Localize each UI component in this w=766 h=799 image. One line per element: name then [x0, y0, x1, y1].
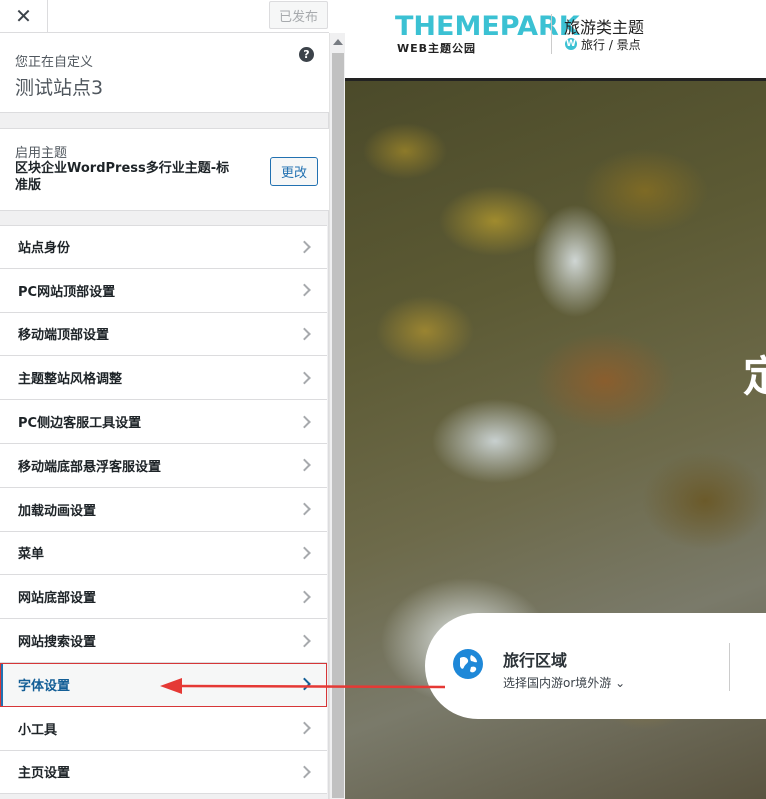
site-logo-subtitle: WEB主题公园	[397, 42, 477, 55]
section-search[interactable]: 网站搜索设置	[0, 619, 327, 663]
customizing-label: 您正在自定义	[15, 55, 94, 70]
customizer-panel: ✕ 已发布 您正在自定义 测试站点3 ? 启用主题 区块企业WordPress多…	[0, 0, 329, 799]
site-tagline-title: 旅游类主题	[564, 18, 645, 37]
section-homepage-settings[interactable]: 主页设置	[0, 750, 327, 795]
section-widgets[interactable]: 小工具	[0, 706, 327, 751]
section-label: 主页设置	[18, 766, 71, 782]
card-divider	[729, 643, 730, 691]
section-label: 网站底部设置	[18, 591, 97, 607]
chevron-right-icon	[298, 677, 311, 691]
chevron-right-icon	[298, 283, 311, 297]
section-label: 小工具	[18, 722, 58, 738]
section-site-identity[interactable]: 站点身份	[0, 225, 327, 269]
active-theme-section: 启用主题 区块企业WordPress多行业主题-标准版 更改	[0, 128, 329, 211]
header-divider	[551, 14, 552, 54]
hero-heading: 定	[743, 352, 766, 401]
customizer-scroll-area: 您正在自定义 测试站点3 ? 启用主题 区块企业WordPress多行业主题-标…	[0, 33, 329, 799]
chevron-right-icon	[298, 765, 311, 779]
section-menus[interactable]: 菜单	[0, 531, 327, 576]
chevron-right-icon	[298, 590, 311, 604]
scrollbar-thumb[interactable]	[332, 53, 344, 798]
wordpress-icon: W	[565, 38, 577, 50]
chevron-right-icon	[298, 415, 311, 428]
chevron-right-icon	[298, 327, 311, 341]
chevron-right-icon	[298, 546, 311, 560]
section-label: PC侧边客服工具设置	[18, 416, 142, 432]
section-loading-animation[interactable]: 加载动画设置	[0, 487, 327, 532]
section-mobile-footer-service[interactable]: 移动端底部悬浮客服设置	[0, 443, 327, 488]
publish-button[interactable]: 已发布	[269, 1, 328, 29]
section-pc-sidebar-service[interactable]: PC侧边客服工具设置	[0, 400, 327, 444]
chevron-right-icon	[298, 634, 311, 647]
scroll-up-arrow-icon[interactable]	[333, 39, 343, 45]
travel-search-card[interactable]: 旅行区域 选择国内游or境外游 ⌄	[425, 613, 766, 719]
section-label: 站点身份	[18, 241, 71, 257]
section-site-style[interactable]: 主题整站风格调整	[0, 356, 327, 401]
chevron-right-icon	[298, 721, 311, 735]
customizer-header: ✕ 已发布	[0, 0, 329, 33]
chevron-right-icon	[298, 459, 311, 472]
active-theme-label: 启用主题	[15, 146, 68, 161]
close-customizer-button[interactable]: ✕	[0, 0, 48, 32]
panel-scrollbar[interactable]	[329, 33, 345, 799]
section-pc-header[interactable]: PC网站顶部设置	[0, 268, 327, 313]
close-icon: ✕	[15, 4, 32, 28]
section-label: 加载动画设置	[18, 503, 97, 519]
section-label: 移动端顶部设置	[18, 328, 110, 344]
preview-site-header: THEMEPARK WEB主题公园 旅游类主题 W 旅行 / 景点	[345, 0, 766, 81]
travel-region-title: 旅行区域	[503, 651, 568, 670]
section-label: 网站搜索设置	[18, 635, 97, 651]
section-label: 移动端底部悬浮客服设置	[18, 459, 162, 475]
section-label: 字体设置	[18, 678, 71, 694]
customizer-section-list: 站点身份 PC网站顶部设置 移动端顶部设置 主题整站风格调整 PC侧边客服工具设…	[0, 225, 327, 795]
chevron-right-icon	[298, 371, 311, 385]
customizing-info: 您正在自定义 测试站点3 ?	[0, 33, 329, 113]
section-mobile-header[interactable]: 移动端顶部设置	[0, 312, 327, 357]
active-theme-name: 区块企业WordPress多行业主题-标准版	[15, 161, 230, 193]
section-label: 菜单	[18, 547, 45, 563]
site-title: 测试站点3	[15, 77, 104, 99]
site-tagline-subtitle: 旅行 / 景点	[581, 38, 641, 52]
hero-banner-image: 定 旅行区域 选择国内游or境外游 ⌄	[345, 81, 766, 799]
help-icon[interactable]: ?	[299, 47, 314, 62]
globe-icon	[453, 649, 483, 679]
chevron-right-icon	[298, 502, 311, 516]
section-font-settings[interactable]: 字体设置	[0, 662, 327, 707]
section-label: PC网站顶部设置	[18, 284, 116, 300]
site-preview: THEMEPARK WEB主题公园 旅游类主题 W 旅行 / 景点 定 旅行区域…	[345, 0, 766, 799]
travel-region-selector[interactable]: 选择国内游or境外游 ⌄	[503, 674, 625, 691]
change-theme-button[interactable]: 更改	[270, 157, 318, 186]
section-label: 主题整站风格调整	[18, 372, 123, 388]
section-footer[interactable]: 网站底部设置	[0, 575, 327, 620]
chevron-right-icon	[298, 240, 311, 254]
